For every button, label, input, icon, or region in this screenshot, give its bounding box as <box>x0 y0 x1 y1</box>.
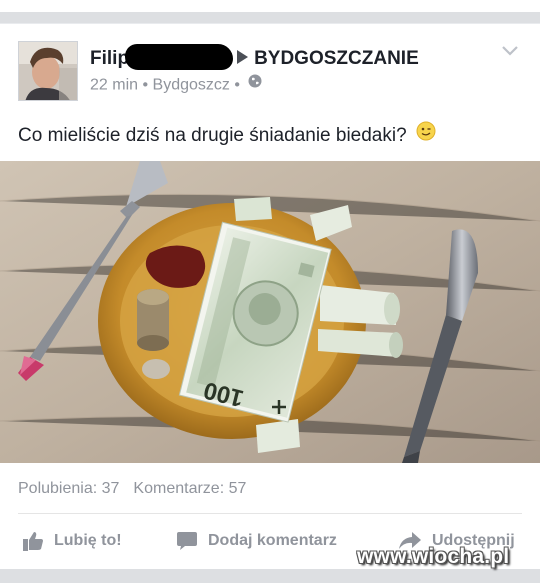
globe-icon <box>248 74 262 93</box>
chevron-down-icon[interactable] <box>500 44 520 58</box>
thumbs-up-icon <box>23 532 43 551</box>
post-photo[interactable]: 100 <box>0 161 540 463</box>
post-header-line: Filip BYDGOSZCZANIE <box>90 44 419 72</box>
post-meta: 22 min • Bydgoszcz • <box>90 74 262 95</box>
comments-count[interactable]: Komentarze: 57 <box>133 480 246 497</box>
author-name[interactable]: Filip <box>90 48 129 69</box>
likes-count[interactable]: Polubienia: 37 <box>18 480 119 497</box>
post-stats: Polubienia: 37 Komentarze: 57 <box>18 480 246 498</box>
post-location[interactable]: Bydgoszcz <box>153 77 230 94</box>
watermark: www.wiocha.pl <box>357 545 510 568</box>
post-time[interactable]: 22 min <box>90 77 138 94</box>
author-avatar[interactable] <box>18 41 78 101</box>
comment-label: Dodaj komentarz <box>208 532 337 549</box>
wink-emoji-icon <box>416 121 436 147</box>
meta-separator: • <box>234 76 240 94</box>
like-label: Lubię to! <box>54 532 122 549</box>
comment-button[interactable]: Dodaj komentarz <box>176 526 337 556</box>
group-name[interactable]: BYDGOSZCZANIE <box>254 48 419 69</box>
redacted-surname <box>125 44 234 70</box>
speech-bubble-icon <box>177 532 197 550</box>
post-card: Filip BYDGOSZCZANIE 22 min • Bydgoszcz • … <box>0 24 540 569</box>
actions-divider <box>18 513 522 514</box>
post-text: Co mieliście dziś na drugie śniadanie bi… <box>18 125 407 147</box>
feed-bottom-strip <box>0 569 540 583</box>
arrow-right-icon <box>237 50 249 64</box>
post-message: Co mieliście dziś na drugie śniadanie bi… <box>18 121 436 149</box>
meta-separator: • <box>142 76 149 94</box>
like-button[interactable]: Lubię to! <box>22 526 122 556</box>
feed-separator <box>0 12 540 23</box>
